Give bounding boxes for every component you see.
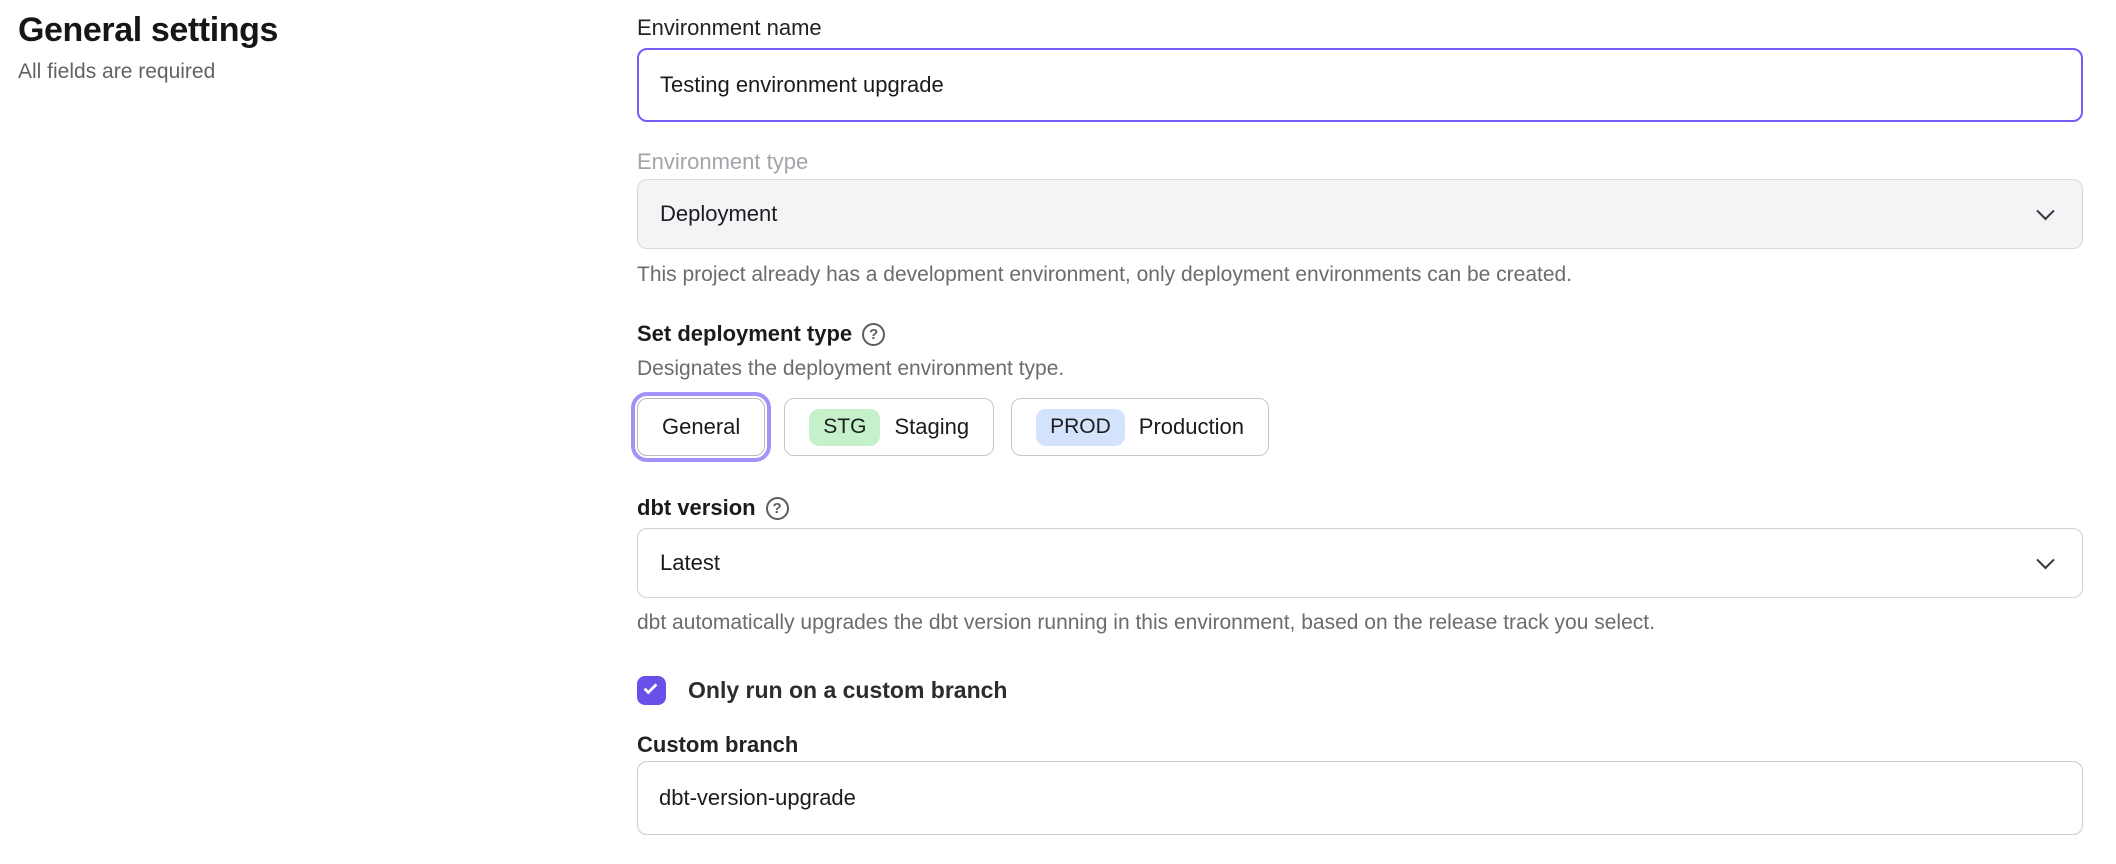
deployment-type-general-label: General bbox=[662, 414, 740, 440]
chevron-down-icon bbox=[2036, 551, 2054, 569]
deployment-type-label: Set deployment type bbox=[637, 320, 852, 348]
deployment-type-staging-label: Staging bbox=[894, 414, 969, 440]
deployment-type-general-button[interactable]: General bbox=[637, 398, 765, 456]
deployment-type-helper: Designates the deployment environment ty… bbox=[637, 356, 2083, 382]
custom-branch-input[interactable] bbox=[637, 761, 2083, 835]
environment-name-label: Environment name bbox=[637, 14, 2083, 42]
help-circle-icon[interactable]: ? bbox=[862, 323, 885, 346]
dbt-version-select[interactable]: Latest bbox=[637, 528, 2083, 598]
environment-type-helper: This project already has a development e… bbox=[637, 262, 2083, 288]
checkmark-icon bbox=[643, 680, 657, 694]
page-subtitle: All fields are required bbox=[18, 59, 578, 85]
custom-branch-label: Custom branch bbox=[637, 731, 2083, 759]
chevron-down-icon bbox=[2036, 202, 2054, 220]
settings-header: General settings All fields are required bbox=[18, 10, 578, 85]
environment-type-select[interactable]: Deployment bbox=[637, 179, 2083, 249]
deployment-type-label-row: Set deployment type ? bbox=[637, 320, 2083, 348]
deployment-type-production-button[interactable]: PROD Production bbox=[1011, 398, 1269, 456]
help-circle-icon[interactable]: ? bbox=[766, 497, 789, 520]
staging-badge: STG bbox=[809, 409, 880, 446]
environment-name-input[interactable] bbox=[637, 48, 2083, 122]
custom-branch-toggle-row: Only run on a custom branch bbox=[637, 676, 2083, 705]
environment-type-value: Deployment bbox=[660, 201, 777, 227]
production-badge: PROD bbox=[1036, 409, 1125, 446]
dbt-version-value: Latest bbox=[660, 550, 720, 576]
environment-settings-form: Environment name Environment type Deploy… bbox=[637, 0, 2083, 835]
dbt-version-label: dbt version bbox=[637, 494, 756, 522]
deployment-type-options: General STG Staging PROD Production bbox=[637, 398, 2083, 456]
deployment-type-production-label: Production bbox=[1139, 414, 1244, 440]
custom-branch-toggle-label: Only run on a custom branch bbox=[688, 677, 1007, 704]
dbt-version-helper: dbt automatically upgrades the dbt versi… bbox=[637, 610, 2083, 636]
environment-type-label: Environment type bbox=[637, 148, 2083, 176]
dbt-version-label-row: dbt version ? bbox=[637, 494, 2083, 522]
deployment-type-staging-button[interactable]: STG Staging bbox=[784, 398, 994, 456]
page-title: General settings bbox=[18, 10, 578, 50]
custom-branch-checkbox[interactable] bbox=[637, 676, 666, 705]
